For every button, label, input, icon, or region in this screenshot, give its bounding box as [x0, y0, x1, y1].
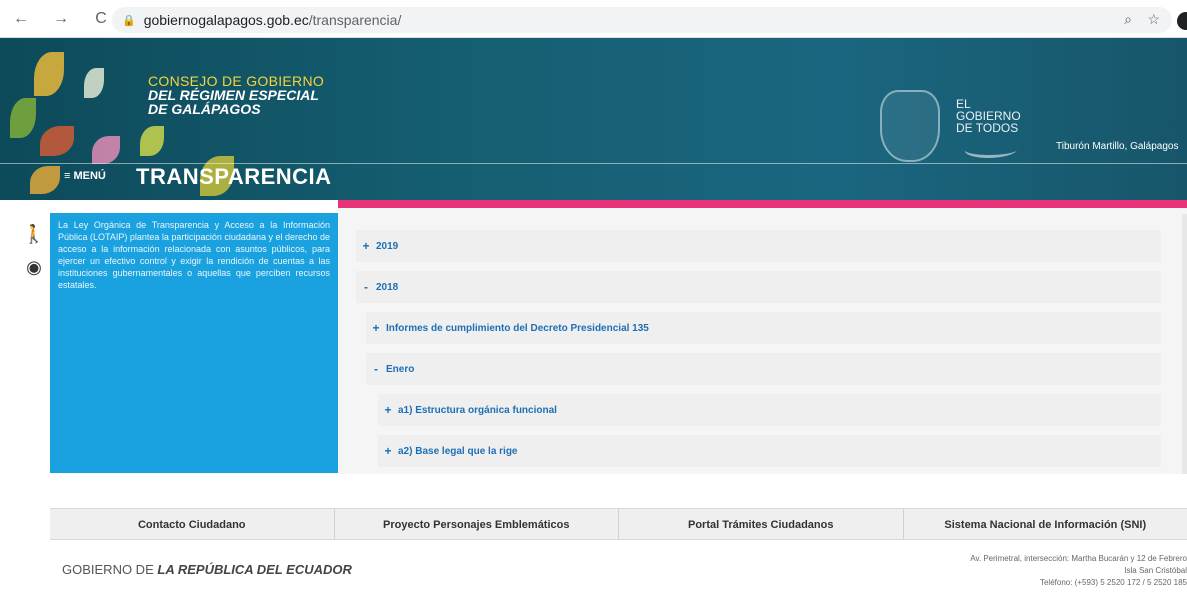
accordion-item-2019[interactable]: + 2019 — [356, 230, 1161, 262]
accordion-item-2018[interactable]: - 2018 — [356, 271, 1161, 303]
back-icon[interactable]: ← — [8, 10, 34, 28]
org-line1: CONSEJO DE GOBIERNO — [148, 73, 325, 89]
accordion-item-decreto-135[interactable]: + Informes de cumplimiento del Decreto P… — [366, 312, 1161, 344]
intro-text: La Ley Orgánica de Transparencia y Acces… — [58, 220, 330, 290]
address-bar[interactable]: 🔒 gobiernogalapagos.gob.ec/transparencia… — [112, 7, 1172, 33]
collapse-icon: - — [374, 362, 378, 376]
gov-name: LA REPÚBLICA DEL ECUADOR — [157, 562, 352, 577]
transparency-accordion: + 2019 - 2018 + Informes de cumplimiento… — [338, 208, 1187, 474]
leaf-decoration — [92, 136, 120, 164]
footer-link-contacto[interactable]: Contacto Ciudadano — [50, 509, 335, 539]
ecuador-coat-of-arms-icon — [880, 90, 940, 162]
browser-toolbar: ← → C 🔒 gobiernogalapagos.gob.ec/transpa… — [0, 0, 1187, 38]
signature-mark — [962, 142, 1020, 158]
eye-icon[interactable]: ◉ — [22, 257, 46, 278]
org-line3: DE GALÁPAGOS — [148, 101, 261, 117]
forward-icon[interactable]: → — [48, 10, 74, 28]
org-line2: DEL RÉGIMEN ESPECIAL — [148, 87, 319, 103]
url-path: /transparencia/ — [308, 12, 402, 28]
menu-button[interactable]: ≡ MENÚ — [64, 170, 106, 182]
address-line3: Teléfono: (+593) 5 2520 172 / 5 2520 185 — [1039, 578, 1187, 587]
reload-icon[interactable]: C — [88, 10, 114, 28]
zoom-icon[interactable]: ⌕ — [1124, 11, 1132, 28]
scroll-edge — [1182, 214, 1187, 474]
gobierno-de-todos-logo: EL GOBIERNO DE TODOS — [956, 98, 1021, 134]
expand-icon: + — [362, 239, 370, 253]
footer-link-personajes[interactable]: Proyecto Personajes Emblemáticos — [335, 509, 619, 539]
accordion-label: 2018 — [376, 281, 399, 293]
expand-icon: + — [384, 403, 392, 417]
photo-caption: Tiburón Martillo, Galápagos — [1056, 141, 1179, 152]
profile-avatar[interactable] — [1177, 12, 1187, 30]
leaf-decoration — [40, 126, 74, 156]
url-domain: gobiernogalapagos.gob.ec — [143, 12, 309, 28]
accordion-label: a1) Estructura orgánica funcional — [398, 404, 557, 416]
leaf-decoration — [84, 68, 104, 98]
bookmark-star-icon[interactable]: ☆ — [1147, 11, 1160, 28]
accordion-label: 2019 — [376, 240, 399, 252]
leaf-decoration — [34, 52, 64, 96]
accessibility-tools: 🚶 ◉ — [22, 224, 46, 290]
accordion-item-a1[interactable]: + a1) Estructura orgánica funcional — [378, 394, 1161, 426]
accordion-label: Informes de cumplimiento del Decreto Pre… — [386, 322, 649, 334]
org-logo[interactable]: CONSEJO DE GOBIERNO DEL RÉGIMEN ESPECIAL… — [148, 74, 324, 116]
lock-icon: 🔒 — [122, 14, 136, 27]
expand-icon: + — [384, 444, 392, 458]
address-line1: Av. Perimetral, intersección: Martha Buc… — [970, 554, 1187, 563]
footer: GOBIERNO DE LA REPÚBLICA DEL ECUADOR Av.… — [50, 540, 1187, 594]
page-title: TRANSPARENCIA — [136, 164, 332, 189]
accordion-item-a2[interactable]: + a2) Base legal que la rige — [378, 435, 1161, 467]
lotaip-intro: La Ley Orgánica de Transparencia y Acces… — [50, 213, 338, 473]
expand-icon: + — [372, 321, 380, 335]
footer-link-sni[interactable]: Sistema Nacional de Información (SNI) — [904, 509, 1187, 539]
leaf-decoration — [30, 166, 60, 194]
accessibility-person-icon[interactable]: 🚶 — [22, 224, 46, 245]
footer-links: Contacto Ciudadano Proyecto Personajes E… — [50, 508, 1187, 540]
gob-line3: DE TODOS — [956, 121, 1019, 135]
accordion-label: Enero — [386, 363, 415, 375]
footer-link-tramites[interactable]: Portal Trámites Ciudadanos — [619, 509, 904, 539]
accordion-item-enero[interactable]: - Enero — [366, 353, 1161, 385]
site-header: CONSEJO DE GOBIERNO DEL RÉGIMEN ESPECIAL… — [0, 38, 1187, 200]
collapse-icon: - — [364, 280, 368, 294]
contact-address: Av. Perimetral, intersección: Martha Buc… — [970, 553, 1187, 589]
accordion-label: a2) Base legal que la rige — [398, 445, 518, 457]
government-logo[interactable]: GOBIERNO DE LA REPÚBLICA DEL ECUADOR — [62, 562, 352, 577]
leaf-decoration — [10, 98, 36, 138]
address-line2: Isla San Cristóbal — [1124, 566, 1187, 575]
gov-prefix: GOBIERNO DE — [62, 562, 154, 577]
accent-bar — [338, 200, 1187, 208]
leaf-decoration — [140, 126, 164, 156]
